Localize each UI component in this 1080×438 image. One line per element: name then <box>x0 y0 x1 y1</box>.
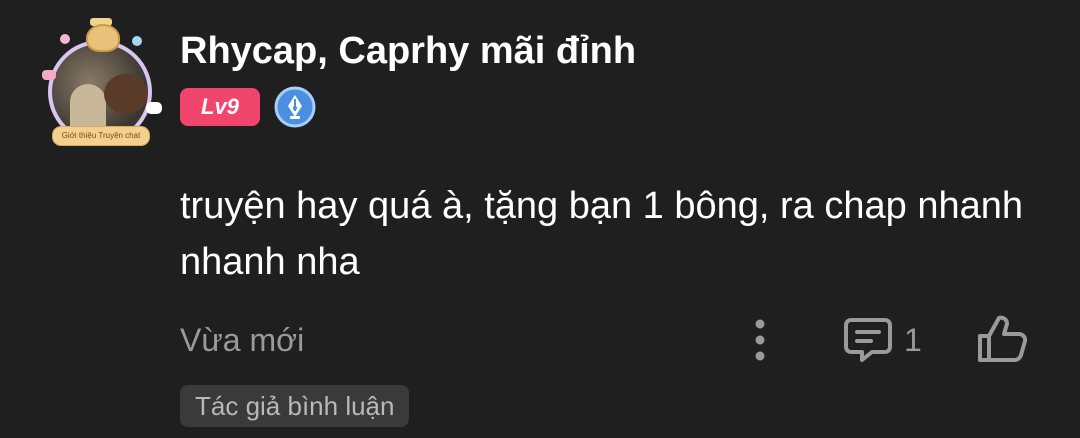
avatar[interactable]: Giới thiệu Truyện chat <box>40 18 164 148</box>
thumbs-up-icon <box>978 315 1028 362</box>
frame-bear-icon <box>86 24 120 52</box>
like-button[interactable] <box>974 312 1030 366</box>
frame-star-icon <box>132 36 142 46</box>
timestamp: Vừa mới <box>180 322 305 358</box>
frame-star-icon <box>60 34 70 44</box>
avatar-hedgehog <box>104 74 148 114</box>
reply-button[interactable]: 1 <box>842 314 930 366</box>
level-badge: Lv9 <box>180 88 260 126</box>
comment-card: Giới thiệu Truyện chat Rhycap, Caprhy mã… <box>0 0 1080 438</box>
comment-icon <box>844 318 892 362</box>
frame-bubble-icon <box>146 102 162 114</box>
reply-count: 1 <box>904 322 922 358</box>
frame-heart-icon <box>42 70 56 80</box>
author-comment-tag: Tác giả bình luận <box>180 385 410 427</box>
vertical-dots-icon <box>755 319 765 361</box>
comment-text: truyện hay quá à, tặng bạn 1 bông, ra ch… <box>180 185 1023 283</box>
frame-ribbon: Giới thiệu Truyện chat <box>52 126 150 146</box>
pen-nib-badge-icon <box>274 86 316 128</box>
more-button[interactable] <box>744 316 776 364</box>
username[interactable]: Rhycap, Caprhy mãi đỉnh <box>180 30 636 73</box>
